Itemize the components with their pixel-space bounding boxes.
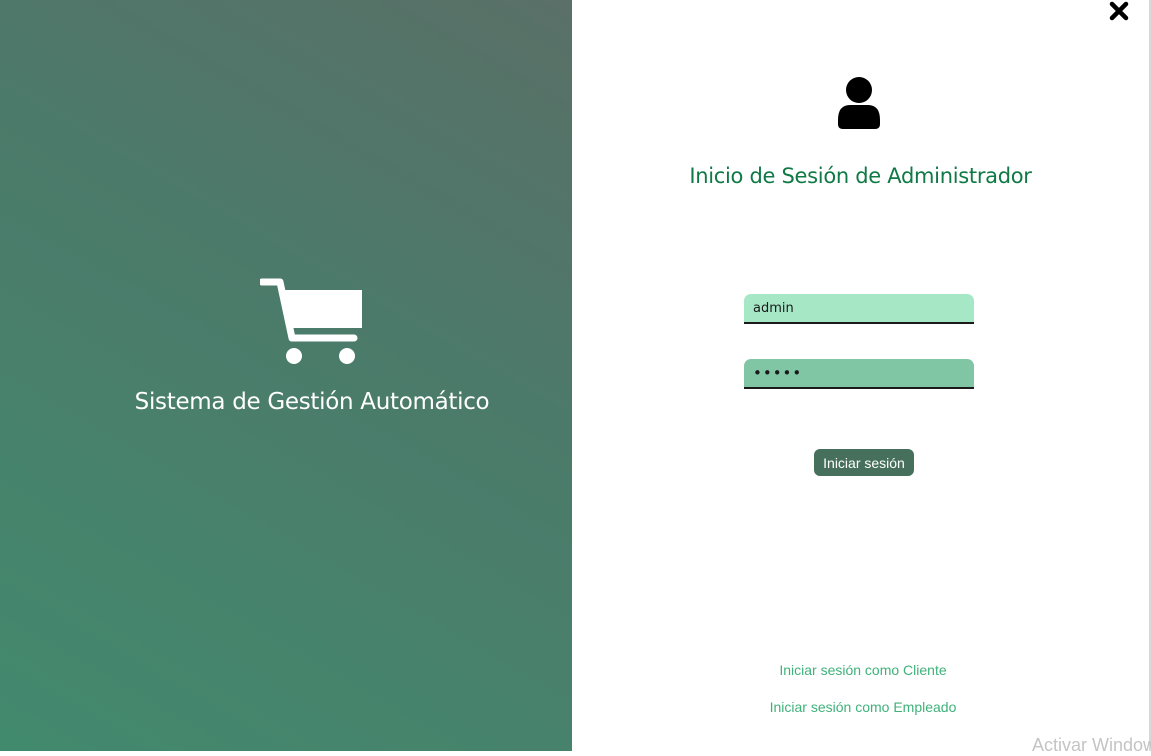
user-icon [838, 77, 880, 129]
login-button[interactable]: Iniciar sesión [814, 449, 914, 476]
password-input[interactable] [744, 359, 974, 389]
shopping-cart-icon [260, 278, 362, 364]
login-title: Inicio de Sesión de Administrador [689, 164, 1032, 188]
windows-activation-watermark: Activar Windows [1032, 735, 1151, 755]
employee-login-link[interactable]: Iniciar sesión como Empleado [572, 699, 1151, 715]
brand-title: Sistema de Gestión Automático [134, 389, 490, 415]
close-icon[interactable] [1108, 0, 1130, 22]
client-login-link[interactable]: Iniciar sesión como Cliente [572, 662, 1151, 678]
brand-panel: Sistema de Gestión Automático [0, 0, 572, 751]
username-input[interactable] [744, 294, 974, 324]
